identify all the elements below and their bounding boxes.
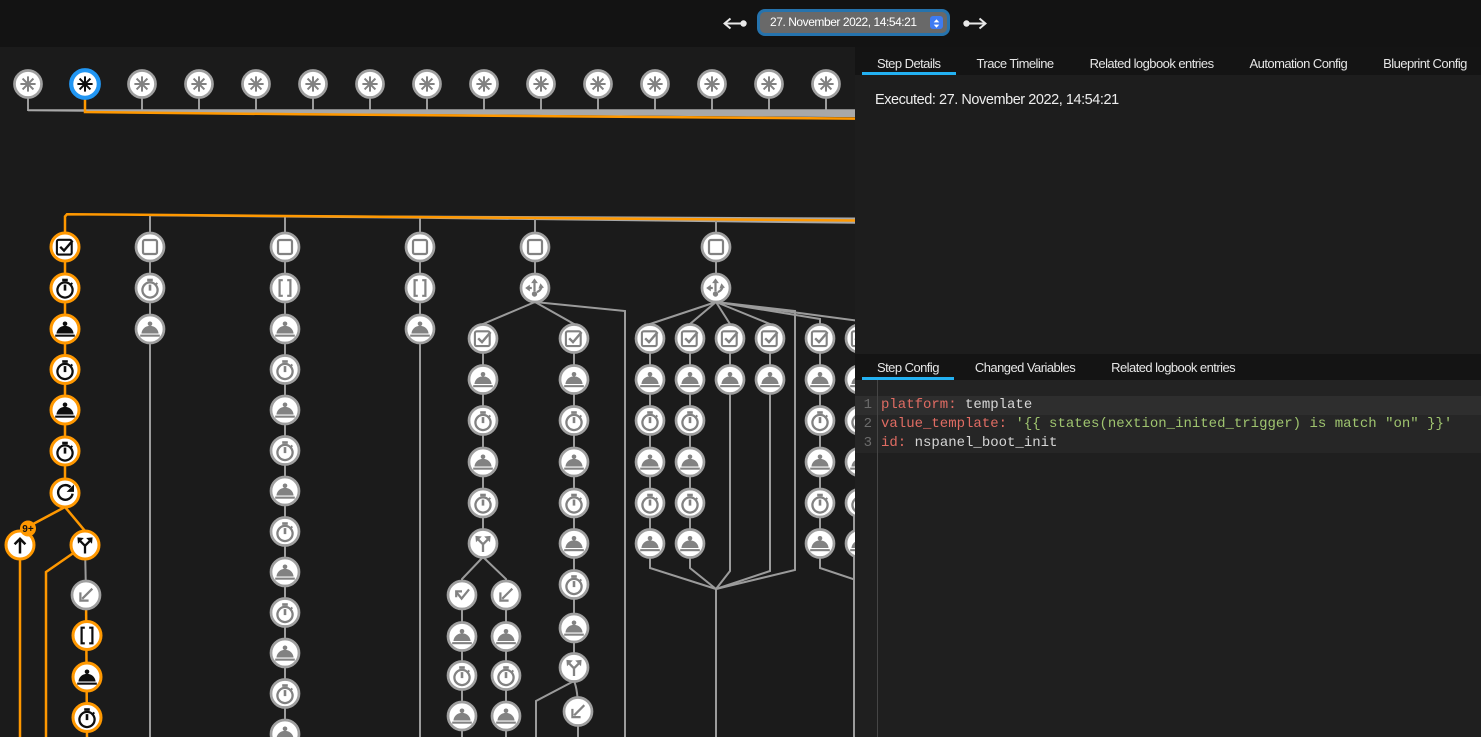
svg-text:9+: 9+ — [22, 524, 34, 535]
